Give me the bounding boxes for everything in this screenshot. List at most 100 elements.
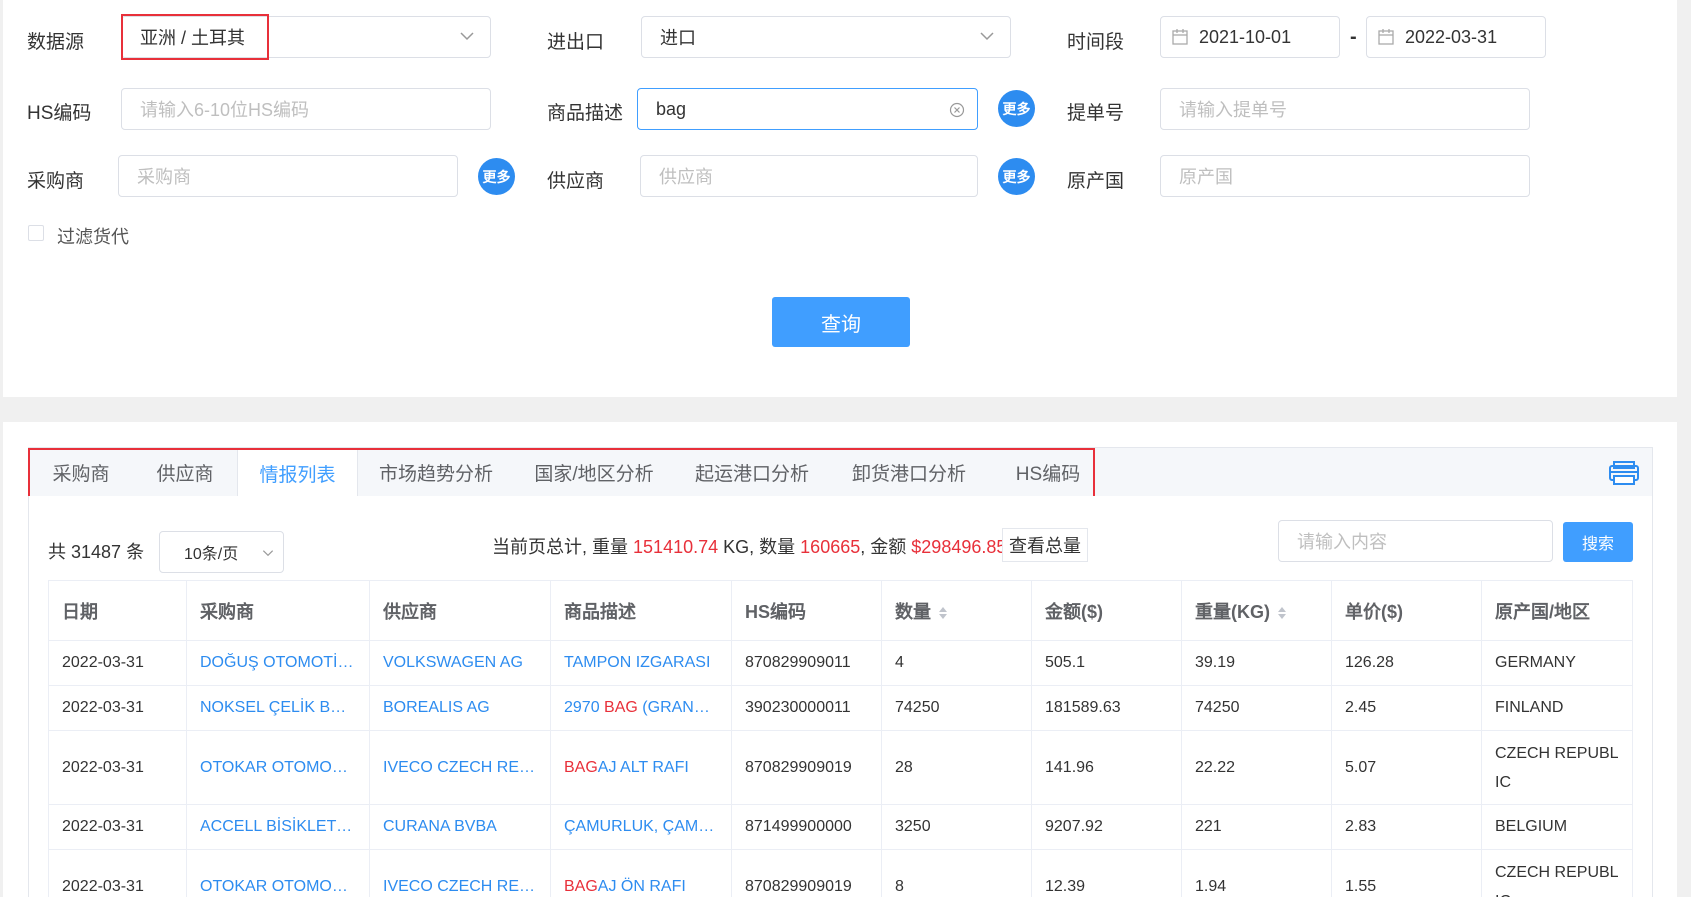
header-buyer: 采购商 [186,580,370,641]
table-row: 2022-03-31 OTOKAR OTOMOTİV VE SAVUNMA SA… [48,849,1633,897]
buyer-placeholder: 采购商 [137,167,191,187]
product-desc-label: 商品描述 [547,103,624,124]
desc-keyword: BAG [604,699,638,716]
cell-desc-link[interactable]: BAGAJ ALT RAFI [550,730,732,805]
header-weight-label: 重量(KG) [1195,601,1270,622]
cell-supplier-link[interactable]: IVECO CZECH REPUBLIC A.S. [369,849,551,897]
cell-supplier-link[interactable]: CURANA BVBA [369,804,551,850]
desc-text: (GRANÜL) [637,699,720,716]
cell-weight: 39.19 [1181,640,1332,686]
table-search-placeholder: 请输入内容 [1297,532,1387,552]
period-label: 时间段 [1067,32,1125,53]
cell-hs: 390230000011 [731,685,882,731]
cell-supplier-link[interactable]: VOLKSWAGEN AG [369,640,551,686]
buyer-more-button[interactable]: 更多 [478,158,515,195]
printer-icon[interactable] [1608,460,1640,486]
cell-buyer-link[interactable]: OTOKAR OTOMOTİV VE SAVUNMA SANAYİ A.Ş. [186,730,370,805]
cell-price: 5.07 [1331,730,1482,805]
header-desc-label: 商品描述 [564,601,636,622]
product-desc-input[interactable]: bag [637,88,978,130]
cell-price: 126.28 [1331,640,1482,686]
total-suffix: 条 [126,542,145,562]
results-table: 日期 采购商 供应商 商品描述 HS编码 数量 金额($) 重量(KG) 单价(… [48,580,1633,897]
header-supplier: 供应商 [369,580,551,641]
query-button[interactable]: 查询 [772,297,910,347]
table-row: 2022-03-31 OTOKAR OTOMOTİV VE SAVUNMA SA… [48,730,1633,805]
cell-buyer-link[interactable]: ACCELL BİSİKLET SANAYİ VE TİCARET A.Ş. [186,804,370,850]
calendar-icon [1378,29,1394,45]
cell-buyer-link[interactable]: DOĞUŞ OTOMOTİV SERVİS VE TİCARET A.Ş. [186,640,370,686]
cell-origin: FINLAND [1481,685,1633,731]
table-row: 2022-03-31 DOĞUŞ OTOMOTİV SERVİS VE TİCA… [48,640,1633,686]
origin-input[interactable]: 原产国 [1160,155,1530,197]
cell-supplier-link[interactable]: IVECO CZECH REPUBLIC A.S. [369,730,551,805]
sort-icon[interactable] [1276,605,1288,621]
table-row: 2022-03-31 NOKSEL ÇELİK BORU SANAYİ A.Ş.… [48,685,1633,731]
cell-qty: 74250 [881,685,1032,731]
page-total-amount: $298496.85 [911,537,1007,557]
page-size-select[interactable]: 10条/页 [159,531,284,573]
product-desc-more-button[interactable]: 更多 [998,90,1035,127]
sort-icon[interactable] [937,605,949,621]
cell-qty: 4 [881,640,1032,686]
hs-code-label: HS编码 [27,103,92,124]
supplier-more-button[interactable]: 更多 [998,158,1035,195]
cell-desc-link[interactable]: 2970 BAG (GRANÜL) [550,685,732,731]
cell-desc-link[interactable]: BAGAJ ÖN RAFI [550,849,732,897]
buyer-input[interactable]: 采购商 [118,155,458,197]
header-origin: 原产国/地区 [1481,580,1633,641]
cell-date: 2022-03-31 [48,849,187,897]
table-row: 2022-03-31 ACCELL BİSİKLET SANAYİ VE TİC… [48,804,1633,850]
header-qty[interactable]: 数量 [881,580,1032,641]
bill-no-label: 提单号 [1067,103,1125,124]
chevron-down-icon [460,32,474,41]
desc-text: AJ ÖN RAFI [597,877,686,895]
view-total-button[interactable]: 查看总量 [1002,528,1088,562]
header-desc: 商品描述 [550,580,732,641]
cell-amount: 141.96 [1031,730,1182,805]
product-desc-value: bag [656,98,687,119]
supplier-input[interactable]: 供应商 [640,155,978,197]
calendar-icon [1172,29,1188,45]
filter-forwarder-checkbox[interactable] [28,225,44,241]
page-total-summary: 当前页总计, 重量 151410.74 KG, 数量 160665, 金额 $2… [492,533,1006,559]
table-search-input[interactable]: 请输入内容 [1278,520,1553,562]
tabs-highlight-box [28,448,1095,501]
import-export-select[interactable]: 进口 [641,16,1011,58]
cell-weight: 221 [1181,804,1332,850]
date-separator: - [1350,26,1357,48]
datasource-label: 数据源 [27,32,85,53]
cell-desc-link[interactable]: ÇAMURLUK, ÇAMURLUK [550,804,732,850]
supplier-placeholder: 供应商 [659,167,713,187]
bill-no-input[interactable]: 请输入提单号 [1160,88,1530,130]
hs-code-input[interactable]: 请输入6-10位HS编码 [121,88,491,130]
cell-price: 1.55 [1331,849,1482,897]
cell-buyer-link[interactable]: OTOKAR OTOMOTİV VE SAVUNMA SANAYİ A.Ş. [186,849,370,897]
amount-prefix: , 金额 [860,537,907,557]
cell-desc-link[interactable]: TAMPON IZGARASI [550,640,732,686]
cell-buyer-link[interactable]: NOKSEL ÇELİK BORU SANAYİ A.Ş. [186,685,370,731]
total-value: 31487 [71,542,122,562]
buyer-label: 采购商 [27,171,85,192]
header-hs: HS编码 [731,580,882,641]
clear-icon[interactable] [949,102,965,118]
header-date: 日期 [48,580,187,641]
start-date-input[interactable]: 2021-10-01 [1160,16,1340,58]
cell-amount: 505.1 [1031,640,1182,686]
cell-supplier-link[interactable]: BOREALIS AG [369,685,551,731]
cell-origin: CZECH REPUBLIC [1481,730,1633,805]
table-header-row: 日期 采购商 供应商 商品描述 HS编码 数量 金额($) 重量(KG) 单价(… [48,580,1633,641]
header-weight[interactable]: 重量(KG) [1181,580,1332,641]
page-total-weight: 151410.74 [633,537,719,557]
cell-origin: GERMANY [1481,640,1633,686]
chevron-down-icon [980,32,994,41]
header-supplier-label: 供应商 [383,601,437,622]
table-search-button[interactable]: 搜索 [1563,522,1633,562]
cell-weight: 22.22 [1181,730,1332,805]
desc-text: 2970 [564,699,605,716]
cell-price: 2.45 [1331,685,1482,731]
header-hs-label: HS编码 [745,601,807,622]
end-date-input[interactable]: 2022-03-31 [1366,16,1546,58]
cell-date: 2022-03-31 [48,685,187,731]
desc-keyword: BAG [564,758,598,776]
